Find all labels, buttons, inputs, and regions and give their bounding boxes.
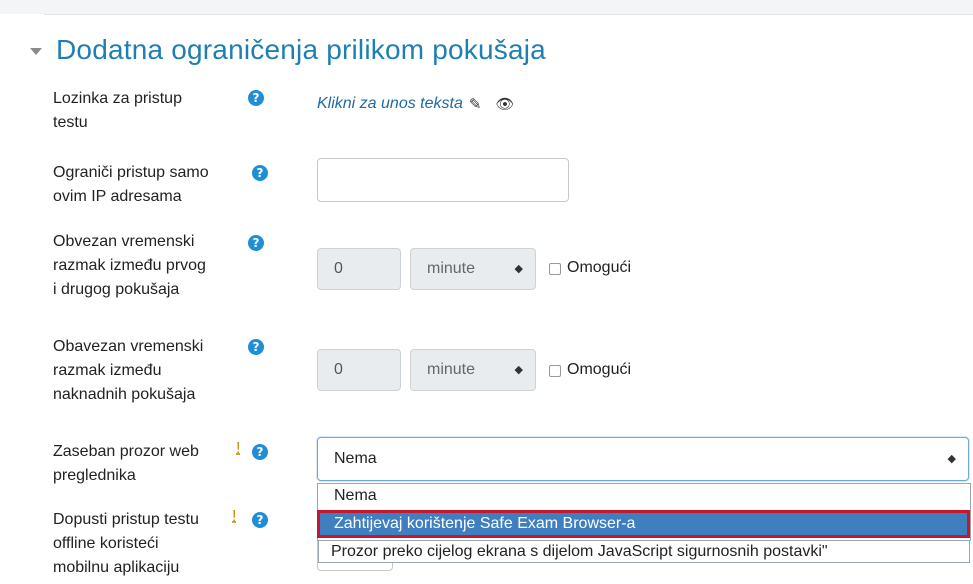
delay-subsequent-label: Obavezan vremenski razmak između naknadn… xyxy=(53,338,204,403)
ip-label: Ograniči pristup samo ovim IP adresama xyxy=(53,164,209,205)
caret-down-icon xyxy=(30,47,42,55)
delay-first-label: Obvezan vremenski razmak između prvog i … xyxy=(53,233,206,298)
section-title: Dodatna ograničenja prilikom pokušaja xyxy=(56,34,546,65)
help-icon[interactable]: ? xyxy=(252,512,268,528)
eye-icon[interactable]: 👁 xyxy=(495,95,514,113)
help-icon[interactable]: ? xyxy=(252,165,268,181)
help-icon[interactable]: ? xyxy=(248,339,264,355)
section-header-toggle[interactable]: Dodatna ograničenja prilikom pokušaja xyxy=(30,30,546,70)
browser-security-label: Zaseban prozor web preglednika xyxy=(53,443,199,484)
select-arrows-icon: ◆ xyxy=(947,453,956,465)
help-icon[interactable]: ? xyxy=(248,235,264,251)
password-label: Lozinka za pristup testu xyxy=(53,90,182,131)
delay-first-number-input[interactable]: 0 xyxy=(317,248,401,290)
help-icon[interactable]: ? xyxy=(252,444,268,460)
pencil-icon[interactable]: ✎ xyxy=(469,95,482,113)
advanced-warning-icon[interactable]: ! xyxy=(232,508,236,526)
option-safe-exam-browser[interactable]: Zahtijevaj korištenje Safe Exam Browser-… xyxy=(318,513,970,535)
browser-security-select[interactable]: Nema ◆ xyxy=(317,437,969,481)
top-bar xyxy=(0,0,973,14)
delay-subsequent-number-input[interactable]: 0 xyxy=(317,349,401,391)
delay-first-enable-checkbox[interactable] xyxy=(549,263,561,275)
inplace-edit-text: Klikni za unos teksta xyxy=(317,95,463,112)
ip-address-input[interactable] xyxy=(317,158,569,202)
browser-security-options-list: Nema Zahtijevaj korištenje Safe Exam Bro… xyxy=(317,483,971,541)
help-icon[interactable]: ? xyxy=(248,90,264,106)
delay-first-unit-select[interactable]: minute ◆ xyxy=(410,248,536,290)
delay-subsequent-enable-checkbox[interactable] xyxy=(549,365,561,377)
password-inplace-edit[interactable]: Klikni za unos teksta ✎ 👁 xyxy=(317,95,514,113)
divider xyxy=(44,14,973,15)
delay-first-enable-label: Omogući xyxy=(567,259,632,276)
option-none[interactable]: Nema xyxy=(318,485,970,507)
option-fullscreen-js[interactable]: Prozor preko cijelog ekrana s dijelom Ja… xyxy=(318,541,970,563)
select-arrows-icon: ◆ xyxy=(514,263,523,275)
delay-subsequent-unit-select[interactable]: minute ◆ xyxy=(410,349,536,391)
advanced-warning-icon[interactable]: ! xyxy=(236,440,240,458)
delay-subsequent-enable-label: Omogući xyxy=(567,361,632,378)
select-arrows-icon: ◆ xyxy=(514,364,523,376)
